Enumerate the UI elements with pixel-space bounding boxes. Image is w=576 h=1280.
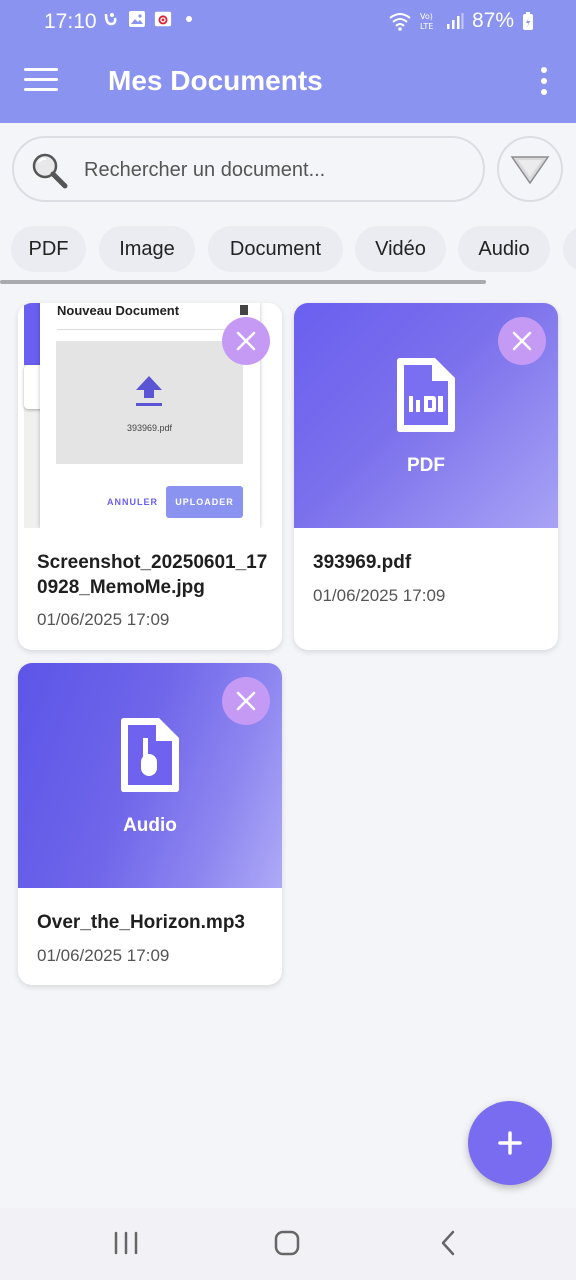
chip-audio[interactable]: Audio (458, 226, 550, 272)
delete-button[interactable] (222, 677, 270, 725)
document-name: Screenshot_20250601_170928_MemoMe.jpg (37, 552, 268, 598)
document-card[interactable]: Nouveau Document 393969.pdf ANNULER UPLO… (18, 303, 282, 650)
search-icon (30, 151, 70, 191)
document-date: 01/06/2025 17:09 (313, 586, 446, 605)
system-nav-bar (0, 1208, 576, 1280)
filter-chips: PDF Image Document Vidéo Audio (11, 226, 576, 274)
type-label: Audio (123, 815, 177, 836)
close-icon (236, 331, 256, 351)
delete-button[interactable] (498, 317, 546, 365)
document-name: 393969.pdf (313, 552, 412, 573)
hamburger-menu-icon[interactable] (24, 68, 58, 96)
document-date: 01/06/2025 17:09 (37, 610, 170, 629)
chip-image[interactable]: Image (99, 226, 195, 272)
signal-icon (446, 13, 464, 29)
recents-icon[interactable] (113, 1228, 139, 1258)
chip-pdf[interactable]: PDF (11, 226, 86, 272)
back-icon[interactable] (438, 1228, 458, 1258)
more-vert-icon[interactable] (534, 67, 554, 99)
close-icon (512, 331, 532, 351)
delete-button[interactable] (222, 317, 270, 365)
add-document-button[interactable] (468, 1101, 552, 1185)
camera-record-icon (154, 11, 172, 27)
svg-text:Vo): Vo) (420, 12, 433, 21)
battery-charging-icon (523, 12, 533, 30)
preview-dialog-title: Nouveau Document (57, 303, 180, 318)
document-name: Over_the_Horizon.mp3 (37, 912, 245, 933)
preview-drop-zone: 393969.pdf (56, 341, 243, 464)
search-bar[interactable] (12, 136, 485, 202)
battery-percent: 87% (471, 9, 514, 32)
wifi-icon (389, 13, 411, 31)
audio-file-icon (121, 718, 179, 792)
preview-cancel-label: ANNULER (107, 497, 158, 507)
search-input[interactable] (84, 150, 464, 190)
status-bar: 17:10 Vo) LTE 87% (0, 0, 576, 42)
gallery-icon (129, 11, 145, 27)
document-date: 01/06/2025 17:09 (37, 946, 170, 965)
status-time: 17:10 (44, 10, 97, 33)
chip-document[interactable]: Document (208, 226, 343, 272)
close-icon (236, 691, 256, 711)
preview-file-name: 393969.pdf (126, 423, 173, 433)
notification-app-icon (104, 13, 117, 26)
filter-dropdown-button[interactable] (497, 136, 563, 202)
app-bar: Mes Documents (0, 42, 576, 123)
pdf-file-icon (397, 358, 455, 432)
volte-icon: Vo)LTE (420, 12, 433, 31)
page-title: Mes Documents (108, 65, 323, 96)
document-card[interactable]: Audio Over_the_Horizon.mp3 01/06/2025 17… (18, 663, 282, 985)
chip-more[interactable] (563, 226, 576, 272)
svg-text:LTE: LTE (420, 22, 433, 31)
chips-scrollbar[interactable] (0, 280, 486, 284)
chip-video[interactable]: Vidéo (355, 226, 446, 272)
status-right: Vo) LTE 87% (388, 9, 534, 33)
triangle-down-icon (510, 156, 550, 185)
upload-icon (136, 376, 162, 406)
document-card[interactable]: PDF 393969.pdf 01/06/2025 17:09 (294, 303, 558, 650)
dot-icon (186, 16, 192, 22)
plus-icon (498, 1131, 522, 1155)
top-bar: 17:10 Vo) LTE 87% Mes Documents (0, 0, 576, 123)
notification-icons (102, 10, 198, 28)
preview-upload-label: UPLOADER (166, 486, 243, 518)
type-label: PDF (407, 455, 445, 476)
home-icon[interactable] (273, 1228, 301, 1258)
